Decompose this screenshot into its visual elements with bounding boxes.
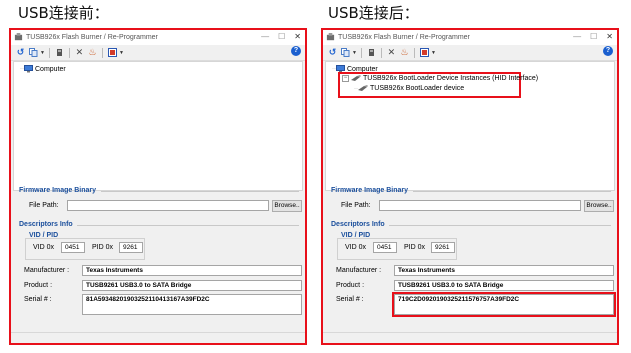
browse-button[interactable]: Browse.. [584,200,614,212]
window-title: TUSB926x Flash Burner / Re-Programmer [26,34,158,41]
tree-item-device-instances[interactable]: − TUSB926x BootLoader Device Instances (… [342,75,538,82]
descriptors-section-title: Descriptors Info [331,221,385,228]
caption-after: USB连接后： [328,4,419,22]
flame-icon[interactable]: ♨ [87,47,98,58]
computer-icon [24,65,33,73]
toolbar-divider [360,47,362,58]
status-bar [323,332,617,343]
title-bar: TUSB926x Flash Burner / Re-Programmer — … [11,30,305,45]
minimize-button[interactable]: — [573,32,581,41]
file-path-input[interactable] [379,200,581,211]
delete-icon[interactable]: ✕ [74,47,85,58]
manufacturer-label: Manufacturer : [24,267,70,274]
settings-icon[interactable] [419,47,430,58]
copy-icon[interactable] [340,47,351,58]
program-icon[interactable] [54,47,65,58]
toolbar-divider [68,47,70,58]
window-title: TUSB926x Flash Burner / Re-Programmer [338,34,470,41]
toolbar-divider [48,47,50,58]
toolbar-divider [413,47,415,58]
manufacturer-field[interactable]: Texas Instruments [394,265,614,276]
minimize-button[interactable]: — [261,32,269,41]
settings-icon[interactable] [107,47,118,58]
product-label: Product : [24,282,53,289]
device-tree[interactable]: ·· Computer − TUSB926x BootLoader Device… [325,61,615,191]
refresh-icon[interactable]: ↺ [327,47,338,58]
file-path-label: File Path: [341,202,371,209]
manufacturer-label: Manufacturer : [336,267,382,274]
pid-field[interactable]: 9261 [119,242,143,253]
serial-label: Serial # : [336,296,364,303]
close-button[interactable]: ✕ [294,32,301,41]
serial-label: Serial # : [24,296,52,303]
toolbar: ↺ ▼ ✕ ♨ ▼ ? [11,45,305,61]
program-icon[interactable] [366,47,377,58]
tree-item-label: TUSB926x BootLoader device [370,85,465,92]
chevron-down-icon[interactable]: ▼ [352,50,357,56]
vid-label: VID 0x [33,244,55,251]
vid-field[interactable]: 0451 [61,242,85,253]
section-divider [77,225,299,226]
toolbar-divider [101,47,103,58]
tree-item-label: Computer [35,65,66,73]
help-icon[interactable]: ? [603,46,613,56]
usb-device-icon [358,85,368,91]
app-icon [326,33,335,41]
toolbar: ↺ ▼ ✕ ♨ ▼ ? [323,45,617,61]
file-path-label: File Path: [29,202,59,209]
collapse-icon[interactable]: − [342,75,349,82]
vid-label: VID 0x [345,244,367,251]
tree-item-bootloader-device[interactable]: ·· TUSB926x BootLoader device [354,85,464,92]
chevron-down-icon[interactable]: ▼ [119,50,124,56]
close-button[interactable]: ✕ [606,32,613,41]
device-tree[interactable]: ·· Computer [13,61,303,191]
maximize-button[interactable]: ☐ [278,32,285,41]
window-after: TUSB926x Flash Burner / Re-Programmer — … [321,28,619,345]
window-before: TUSB926x Flash Burner / Re-Programmer — … [9,28,307,345]
pid-label: PID 0x [92,244,114,251]
flame-icon[interactable]: ♨ [399,47,410,58]
descriptors-section-title: Descriptors Info [19,221,73,228]
product-label: Product : [336,282,365,289]
status-bar [11,332,305,343]
title-bar: TUSB926x Flash Burner / Re-Programmer — … [323,30,617,45]
chevron-down-icon[interactable]: ▼ [431,50,436,56]
tree-item-label: TUSB926x BootLoader Device Instances (HI… [363,75,539,82]
product-field[interactable]: TUSB9261 USB3.0 to SATA Bridge [394,280,614,291]
copy-icon[interactable] [28,47,39,58]
chevron-down-icon[interactable]: ▼ [40,50,45,56]
caption-before: USB连接前： [18,4,109,22]
browse-button[interactable]: Browse.. [272,200,302,212]
help-icon[interactable]: ? [291,46,301,56]
firmware-section-title: Firmware Image Binary [19,187,97,194]
section-divider [413,191,611,192]
pid-field[interactable]: 9261 [431,242,455,253]
usb-device-icon [351,75,361,81]
highlight-box [392,292,616,317]
firmware-section-title: Firmware Image Binary [331,187,409,194]
maximize-button[interactable]: ☐ [590,32,597,41]
section-divider [101,191,299,192]
manufacturer-field[interactable]: Texas Instruments [82,265,302,276]
pid-label: PID 0x [404,244,426,251]
delete-icon[interactable]: ✕ [386,47,397,58]
toolbar-divider [380,47,382,58]
app-icon [14,33,23,41]
file-path-input[interactable] [67,200,269,211]
refresh-icon[interactable]: ↺ [15,47,26,58]
tree-item-computer[interactable]: ·· Computer [20,65,66,73]
vid-field[interactable]: 0451 [373,242,397,253]
serial-field[interactable]: 81A59348201903252110413167A39FD2C [82,294,302,315]
section-divider [389,225,611,226]
product-field[interactable]: TUSB9261 USB3.0 to SATA Bridge [82,280,302,291]
